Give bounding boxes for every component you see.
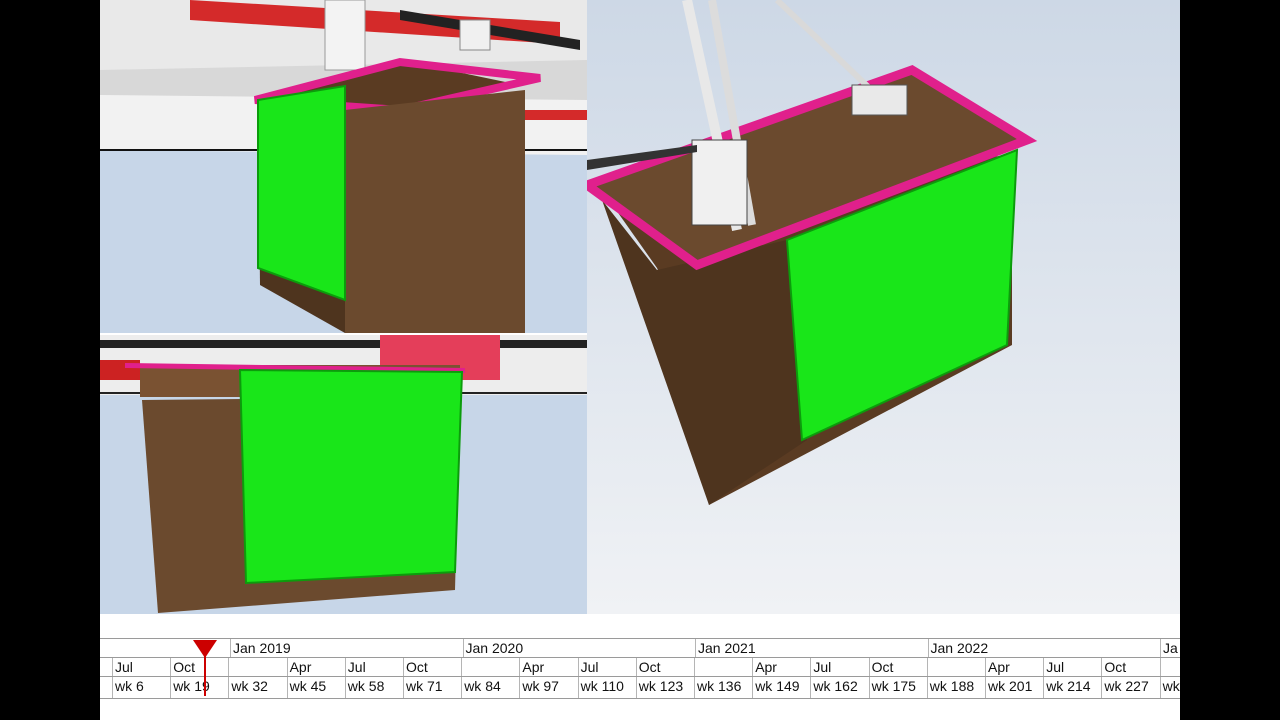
timeline-year-cell: Jan 2022 <box>927 639 1161 658</box>
timeline-week-cell[interactable]: wk 175 <box>868 677 927 698</box>
viewport-right[interactable] <box>587 0 1180 614</box>
timeline-year-cell: Jan 2019 <box>230 639 463 658</box>
timeline-week-cell[interactable]: wk 6 <box>112 677 170 698</box>
timeline-week-cell[interactable]: wk 136 <box>694 677 752 698</box>
model-scene-bottom-left <box>100 335 587 614</box>
timeline-month-cell: Jul <box>810 658 868 677</box>
viewport-bottom-left[interactable] <box>100 335 587 614</box>
timeline-month-cell: Jul <box>577 658 636 677</box>
timeline-years-row: Jan 2019 Jan 2020 Jan 2021 Jan 2022 Ja <box>100 638 1180 658</box>
timeline-week-cell[interactable]: wk 227 <box>1101 677 1159 698</box>
timeline-week-cell[interactable]: wk 45 <box>286 677 345 698</box>
timeline-week-cell[interactable]: wk <box>1159 677 1180 698</box>
timeline-year-cell: Jan 2020 <box>462 639 696 658</box>
model-viewer: Jan 2019 Jan 2020 Jan 2021 Jan 2022 Ja Jul Oc… <box>100 0 1180 720</box>
model-scene-right <box>587 0 1180 614</box>
timeline-week-cell[interactable]: wk 32 <box>228 677 286 698</box>
timeline-weeks-row: wk 6 wk 19 wk 32 wk 45 wk 58 wk 71 wk 84 wk 97 w… <box>100 676 1180 699</box>
timeline-year-cell: Jan 2021 <box>695 639 928 658</box>
timeline-month-cell <box>1159 658 1180 677</box>
timeline-month-cell: Apr <box>519 658 577 677</box>
model-scene-top-left <box>100 0 587 333</box>
timeline-week-cell[interactable]: wk 214 <box>1043 677 1101 698</box>
timeline-week-cell[interactable]: wk 149 <box>752 677 810 698</box>
timeline-week-cell[interactable]: wk 188 <box>926 677 985 698</box>
timeline-week-cell[interactable]: wk 84 <box>461 677 519 698</box>
playhead-marker[interactable] <box>193 640 217 696</box>
timeline-week-cell[interactable]: wk 162 <box>810 677 868 698</box>
timeline-month-cell: Jul <box>112 658 170 677</box>
timeline-month-cell: Oct <box>868 658 927 677</box>
timeline-month-cell <box>228 658 286 677</box>
timeline-month-cell <box>694 658 752 677</box>
timeline-month-cell <box>461 658 519 677</box>
timeline-month-cell <box>926 658 985 677</box>
timeline-week-cell[interactable]: wk 71 <box>403 677 461 698</box>
schedule-timeline[interactable]: Jan 2019 Jan 2020 Jan 2021 Jan 2022 Ja Jul Oc… <box>100 614 1180 720</box>
timeline-week-cell[interactable]: wk 123 <box>635 677 694 698</box>
timeline-month-cell: Oct <box>1101 658 1159 677</box>
timeline-month-cell: Apr <box>752 658 810 677</box>
timeline-month-cell: Apr <box>985 658 1043 677</box>
timeline-week-cell[interactable]: wk 110 <box>577 677 636 698</box>
timeline-week-cell[interactable]: wk 201 <box>985 677 1043 698</box>
timeline-months-row: Jul Oct Apr Jul Oct Apr Jul Oct Apr Jul Oct Apr Jul O… <box>100 657 1180 677</box>
timeline-month-cell: Oct <box>403 658 461 677</box>
timeline-week-cell[interactable]: wk 97 <box>519 677 577 698</box>
timeline-week-cell[interactable]: wk 58 <box>344 677 403 698</box>
timeline-month-cell: Jul <box>1043 658 1101 677</box>
timeline-year-cell: Ja <box>1160 639 1180 658</box>
timeline-month-cell: Oct <box>635 658 694 677</box>
timeline-month-cell: Apr <box>286 658 345 677</box>
timeline-month-cell: Jul <box>344 658 403 677</box>
viewport-top-left[interactable] <box>100 0 587 333</box>
